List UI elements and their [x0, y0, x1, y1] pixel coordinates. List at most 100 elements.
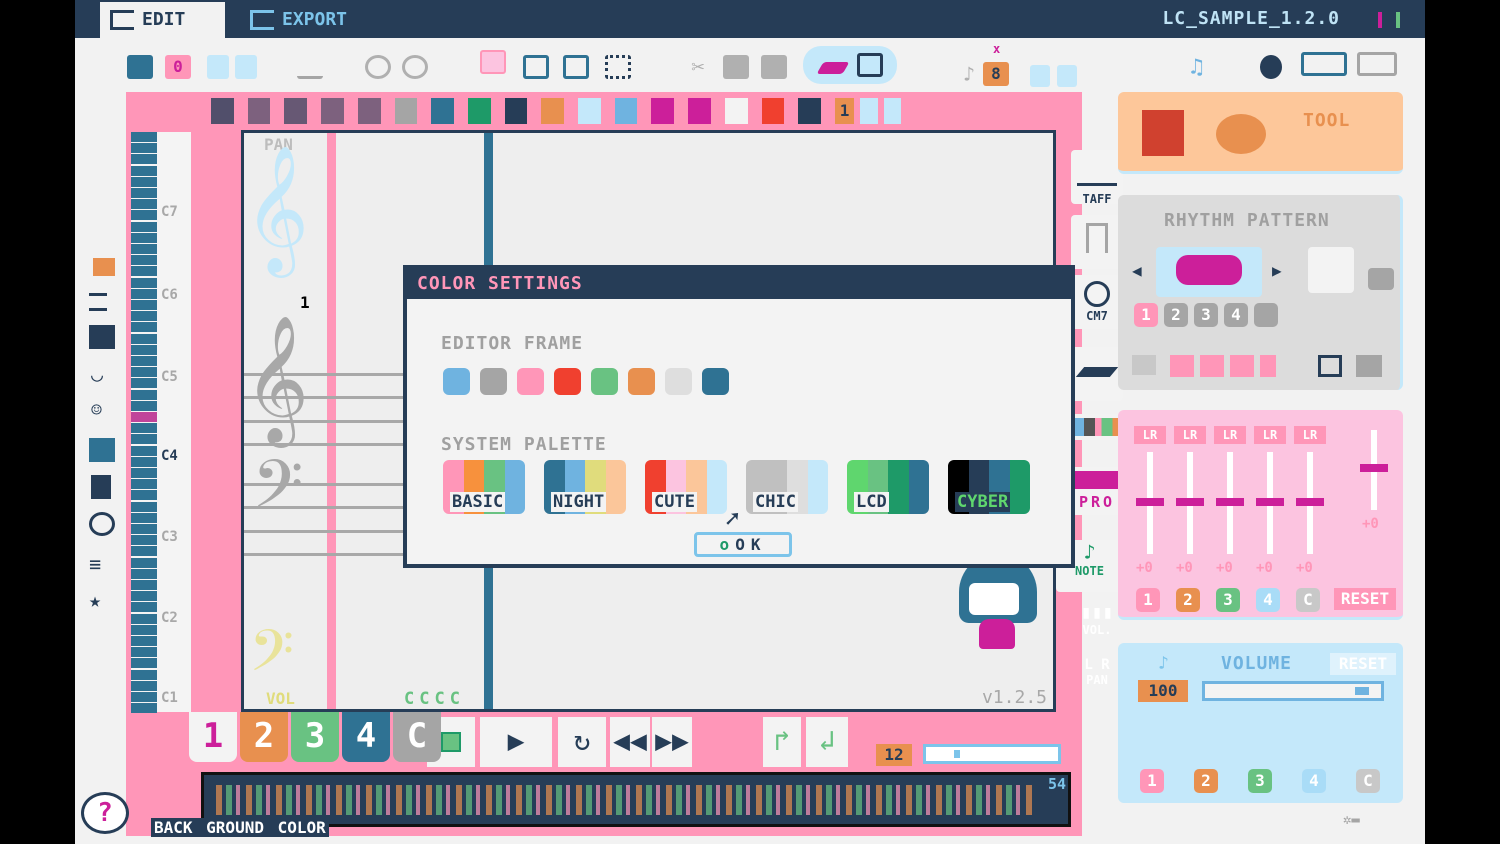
- lock-icon[interactable]: [93, 258, 115, 276]
- palette-lcd[interactable]: LCD: [847, 460, 929, 514]
- paste-pattern-icon[interactable]: [1356, 355, 1382, 377]
- piano-keyboard[interactable]: C7 C6 C5 C4 C3 C2 C1: [131, 132, 191, 714]
- bomb-icon[interactable]: [1260, 55, 1282, 79]
- redo-icon[interactable]: [402, 55, 428, 79]
- pan-lr-button[interactable]: LR: [1254, 426, 1286, 444]
- pattern-list-button[interactable]: [1308, 247, 1354, 293]
- pattern-tool-icons[interactable]: [1170, 355, 1276, 377]
- editor-frame-swatch[interactable]: [517, 368, 544, 395]
- channel-tab-1[interactable]: 1: [189, 712, 237, 762]
- track-number[interactable]: 0: [165, 55, 191, 79]
- keyboard-icon[interactable]: [89, 438, 115, 462]
- instrument-mountain-icon[interactable]: [614, 98, 638, 124]
- smile-icon[interactable]: ◡: [91, 362, 103, 386]
- increment-button[interactable]: [235, 55, 257, 79]
- piano-key[interactable]: [131, 445, 157, 456]
- editor-frame-swatch[interactable]: [628, 368, 655, 395]
- pro-button[interactable]: PRO: [1071, 467, 1123, 515]
- note-length-decrement[interactable]: [1030, 65, 1050, 87]
- open-folder-icon[interactable]: [127, 55, 153, 79]
- piano-key[interactable]: [131, 501, 157, 512]
- copy-icon[interactable]: [723, 55, 749, 79]
- piano-key[interactable]: [131, 367, 157, 378]
- mixer-reset-button[interactable]: RESET: [1334, 588, 1396, 610]
- master-fader-knob[interactable]: [1360, 464, 1388, 472]
- wave-noise-icon[interactable]: [357, 98, 381, 124]
- instrument-face-icon[interactable]: [504, 98, 528, 124]
- channel-tab-3[interactable]: 3: [291, 712, 339, 762]
- palette-night[interactable]: NIGHT: [544, 460, 626, 514]
- piano-key[interactable]: [131, 613, 157, 624]
- slur-button[interactable]: [1071, 347, 1123, 401]
- layer-icon[interactable]: [857, 53, 883, 77]
- piano-key[interactable]: [131, 311, 157, 322]
- speaker-icon[interactable]: [1132, 355, 1156, 375]
- piano-key[interactable]: [131, 344, 157, 355]
- piano-key[interactable]: [131, 692, 157, 702]
- instrument-increment[interactable]: [883, 98, 902, 124]
- piano-key[interactable]: [131, 658, 157, 669]
- timeline-scrollbar[interactable]: [923, 744, 1061, 764]
- mixer-channel-2[interactable]: 2: [1176, 588, 1200, 612]
- select-icon[interactable]: [605, 55, 631, 79]
- piano-key[interactable]: [131, 288, 157, 299]
- channel-tab-4[interactable]: 4: [342, 712, 390, 762]
- volume-channel-1[interactable]: 1: [1140, 769, 1164, 793]
- channel-fader-knob[interactable]: [1256, 498, 1284, 506]
- piano-key[interactable]: [131, 669, 157, 680]
- piano-key[interactable]: [131, 580, 157, 590]
- repeat-start-button[interactable]: ↱: [763, 717, 801, 767]
- instrument-bird-icon[interactable]: [578, 98, 601, 124]
- sticker-book-icon[interactable]: [1142, 110, 1184, 156]
- instrument-person-icon[interactable]: [798, 98, 821, 124]
- channel-fader-knob[interactable]: [1176, 498, 1204, 506]
- favorite-list-icon[interactable]: ★: [89, 588, 101, 612]
- song-copy-icon[interactable]: [1301, 52, 1347, 76]
- wave-saw-icon[interactable]: [321, 98, 344, 124]
- piano-key[interactable]: [131, 412, 157, 422]
- piano-key[interactable]: [131, 333, 157, 344]
- piano-key[interactable]: [131, 132, 157, 142]
- piano-key[interactable]: [131, 266, 157, 277]
- piano-key[interactable]: [131, 591, 157, 602]
- pattern-button-2[interactable]: 2: [1164, 303, 1188, 327]
- piano-key[interactable]: [131, 680, 157, 691]
- volume-channel-c[interactable]: C: [1356, 769, 1380, 793]
- play-button[interactable]: ▶: [480, 717, 552, 767]
- eraser-icon[interactable]: [523, 55, 549, 79]
- stamp-icon[interactable]: [91, 475, 111, 499]
- piano-key[interactable]: [131, 400, 157, 411]
- piano-key[interactable]: [131, 255, 157, 266]
- piano-key[interactable]: [131, 277, 157, 288]
- vol-mode-button[interactable]: ▮▮▮ VOL.: [1071, 602, 1123, 656]
- tab-edit[interactable]: EDIT: [100, 2, 225, 38]
- piano-key[interactable]: [131, 423, 157, 434]
- mixer-channel-c[interactable]: C: [1296, 588, 1320, 612]
- wave-grid-icon[interactable]: [394, 98, 418, 124]
- piano-key[interactable]: [131, 154, 157, 165]
- palette-chic[interactable]: CHIC: [746, 460, 828, 514]
- volume-reset-button[interactable]: RESET: [1330, 653, 1396, 675]
- piano-key[interactable]: [131, 546, 157, 557]
- volume-channel-2[interactable]: 2: [1194, 769, 1218, 793]
- circle-icon[interactable]: [89, 512, 115, 536]
- tab-export[interactable]: EXPORT: [240, 2, 390, 38]
- instrument-decrement[interactable]: [860, 98, 878, 124]
- palette-cute[interactable]: CUTE: [645, 460, 727, 514]
- pan-mode-button[interactable]: L R PAN: [1071, 657, 1123, 711]
- wave-add-button[interactable]: [1071, 215, 1123, 269]
- piano-key[interactable]: [131, 512, 157, 523]
- piano-key[interactable]: [131, 468, 157, 478]
- instrument-cup-icon[interactable]: [761, 98, 785, 124]
- pan-lr-button[interactable]: LR: [1214, 426, 1246, 444]
- piano-key[interactable]: [131, 535, 157, 546]
- download-icon[interactable]: [297, 55, 323, 79]
- editor-frame-swatch[interactable]: [443, 368, 470, 395]
- volume-slider[interactable]: [1202, 681, 1384, 701]
- wave-sine-icon[interactable]: [247, 98, 271, 124]
- settings-icon[interactable]: ✲▬: [1343, 812, 1360, 828]
- pattern-button-1[interactable]: 1: [1134, 303, 1158, 327]
- piano-key[interactable]: [131, 479, 157, 490]
- numbered-list-icon[interactable]: ≡: [89, 552, 101, 576]
- track-list-icon[interactable]: [89, 325, 115, 349]
